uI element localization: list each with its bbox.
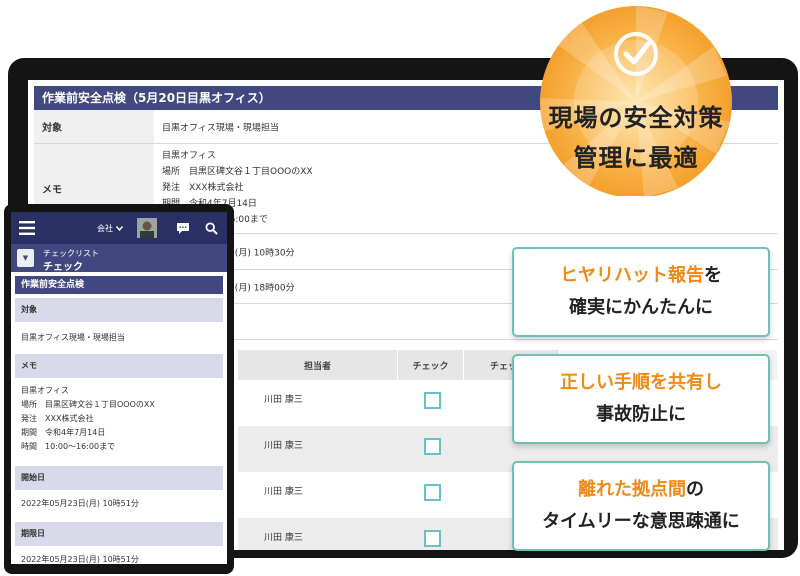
- card-accent-text: 正しい手順を共有し: [560, 372, 722, 393]
- phone-section-value: 2022年05月23日(月) 10時51分: [21, 555, 139, 564]
- card-line-2: タイムリーな意思疎通に: [542, 506, 740, 538]
- chat-icon[interactable]: [169, 212, 197, 244]
- card-line-1: ヒヤリハット報告を: [560, 260, 722, 292]
- avatar[interactable]: [135, 212, 159, 244]
- feature-card-procedure: 正しい手順を共有し 事故防止に: [512, 354, 770, 444]
- assignee-name: 川田 康三: [264, 533, 303, 543]
- phone-subheader: ▼ チェックリスト チェック: [11, 244, 227, 273]
- search-icon[interactable]: [197, 212, 225, 244]
- phone-section-label: メモ: [15, 354, 223, 378]
- phone-section-value: 2022年05月23日(月) 10時51分: [21, 499, 139, 508]
- chevron-down-icon: [115, 224, 124, 233]
- phone-checklist-title: 作業前安全点検: [15, 276, 223, 294]
- check-checkbox[interactable]: [424, 438, 441, 455]
- assignee-name: 川田 康三: [264, 441, 303, 451]
- card-line-2: 確実にかんたんに: [569, 292, 713, 324]
- phone-page-title: チェック: [43, 262, 83, 273]
- card-text: 確実にかんたんに: [569, 297, 713, 318]
- table-header-assignee: 担当者: [238, 350, 398, 380]
- card-line-1: 正しい手順を共有し: [560, 367, 722, 399]
- hamburger-menu-icon[interactable]: [11, 212, 43, 244]
- memo-line: 場所 目黒区碑文谷１丁目OOOのXX: [162, 167, 313, 177]
- feature-card-near-miss: ヒヤリハット報告を 確実にかんたんに: [512, 247, 770, 337]
- check-checkbox[interactable]: [424, 530, 441, 547]
- memo-line: 発注 XXX株式会社: [21, 414, 94, 423]
- phone-memo-text: 目黒オフィス 場所 目黒区碑文谷１丁目OOOのXX 発注 XXX株式会社 期間 …: [21, 384, 155, 454]
- memo-line: 時間 10:00〜16:00まで: [21, 442, 116, 451]
- phone-section-label: 期限日: [15, 522, 223, 546]
- card-text: タイムリーな意思疎通に: [542, 511, 740, 532]
- table-header-check: チェック: [398, 350, 464, 380]
- memo-line: 目黒オフィス: [162, 151, 216, 161]
- phone-frame: 会社 ▼ チェックリスト チェック 作業前安全点検 対象 目黒オフィス現場・現場…: [4, 204, 234, 574]
- desktop-row-value: 目黒オフィス現場・現場担当: [162, 123, 279, 133]
- dropdown-toggle[interactable]: ▼: [17, 249, 34, 267]
- memo-line: 目黒オフィス: [21, 386, 69, 395]
- promo-badge: 現場の安全対策 管理に最適: [518, 2, 754, 196]
- check-checkbox[interactable]: [424, 392, 441, 409]
- card-text: を: [704, 265, 722, 286]
- phone-nav-bar: 会社: [11, 212, 227, 244]
- feature-card-communication: 離れた拠点間の タイムリーな意思疎通に: [512, 461, 770, 551]
- card-text: の: [686, 479, 704, 500]
- phone-section-label: 開始日: [15, 466, 223, 490]
- phone-section-label: 対象: [15, 298, 223, 322]
- company-label: 会社: [97, 223, 113, 233]
- memo-line: 期間 令和4年7月14日: [21, 428, 106, 437]
- check-checkbox[interactable]: [424, 484, 441, 501]
- card-line-1: 離れた拠点間の: [578, 474, 704, 506]
- card-accent-text: ヒヤリハット報告: [560, 265, 704, 286]
- desktop-row-label: 対象: [34, 110, 154, 143]
- card-text: 事故防止に: [596, 404, 686, 425]
- assignee-name: 川田 康三: [264, 395, 303, 405]
- badge-line-2: 管理に最適: [573, 144, 699, 172]
- check-circle-icon: [612, 30, 660, 78]
- company-dropdown[interactable]: 会社: [87, 212, 133, 244]
- phone-screen: 会社 ▼ チェックリスト チェック 作業前安全点検 対象 目黒オフィス現場・現場…: [11, 212, 227, 564]
- card-accent-text: 離れた拠点間: [578, 479, 686, 500]
- triangle-down-icon: ▼: [22, 254, 29, 262]
- card-line-2: 事故防止に: [596, 399, 686, 431]
- memo-line: 発注 XXX株式会社: [162, 183, 244, 193]
- assignee-name: 川田 康三: [264, 487, 303, 497]
- phone-section-value: 目黒オフィス現場・現場担当: [21, 333, 125, 342]
- badge-line-1: 現場の安全対策: [548, 104, 724, 132]
- memo-line: 場所 目黒区碑文谷１丁目OOOのXX: [21, 400, 155, 409]
